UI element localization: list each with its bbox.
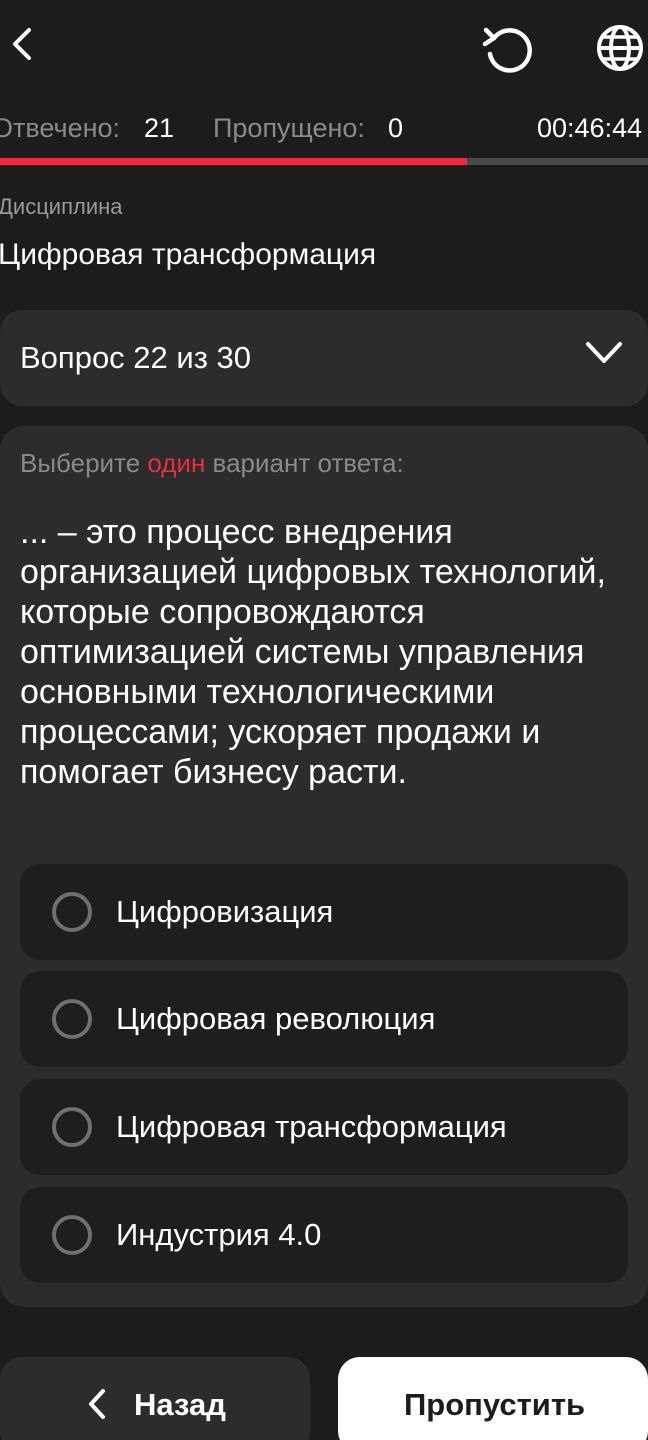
answered-count: 21 (144, 113, 175, 143)
question-text: ... – это процесс внедрения организацией… (20, 513, 606, 791)
question-number: Вопрос 22 из 30 (20, 340, 252, 375)
globe-icon[interactable] (592, 20, 648, 76)
back-icon[interactable] (0, 22, 44, 66)
instruction-highlight: один (147, 448, 206, 478)
radio-button[interactable] (52, 1215, 92, 1255)
timer: 00:46:44 (537, 113, 643, 143)
discipline-label: Дисциплина (0, 194, 123, 219)
option-label: Цифровая трансформация (116, 1109, 507, 1144)
chevron-down-icon[interactable] (584, 340, 624, 371)
answer-option[interactable]: Цифровизация (20, 864, 628, 960)
option-label: Индустрия 4.0 (116, 1217, 322, 1252)
radio-button[interactable] (52, 892, 92, 932)
restart-icon[interactable] (478, 22, 536, 76)
skipped-label: Пропущено: (213, 113, 365, 143)
answer-option[interactable]: Цифровая трансформация (20, 1079, 628, 1175)
answer-instruction: Выберите один вариант ответа: (20, 448, 404, 479)
skipped-count: 0 (388, 113, 404, 143)
skip-button-label: Пропустить (404, 1387, 586, 1422)
radio-button[interactable] (52, 999, 92, 1039)
back-button[interactable]: Назад (0, 1357, 310, 1440)
skip-button[interactable]: Пропустить (338, 1357, 648, 1440)
discipline-name: Цифровая трансформация (0, 238, 377, 271)
question-selector[interactable]: Вопрос 22 из 30 (0, 310, 648, 406)
option-label: Цифровизация (116, 894, 334, 929)
top-bar (0, 0, 648, 100)
question-card: Выберите один вариант ответа: ... – это … (0, 426, 648, 1307)
progress-bar-fill (0, 158, 467, 165)
answer-option[interactable]: Индустрия 4.0 (20, 1187, 628, 1283)
radio-button[interactable] (52, 1107, 92, 1147)
option-label: Цифровая революция (116, 1001, 436, 1036)
progress-bar (0, 158, 648, 165)
instruction-text-end: вариант ответа: (205, 448, 404, 478)
answer-option[interactable]: Цифровая революция (20, 971, 628, 1067)
instruction-text: Выберите (20, 448, 148, 478)
answered-label: Отвечено: (0, 113, 121, 143)
chevron-left-icon (86, 1387, 108, 1426)
back-button-label: Назад (134, 1387, 226, 1422)
